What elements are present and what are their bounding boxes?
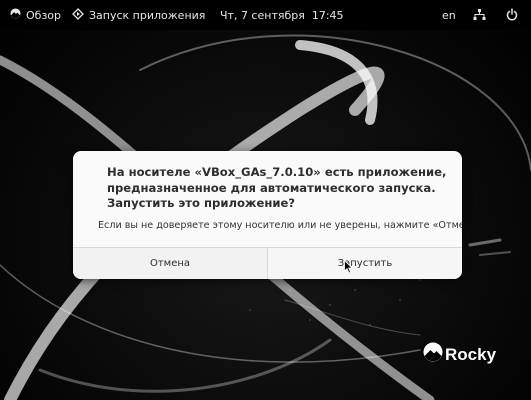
autorun-dialog: На носителе «VBox_GAs_7.0.10» есть прило… [73,151,462,279]
app-menu-button[interactable]: Запуск приложения [72,0,205,30]
rocky-logo-icon [423,342,443,367]
autorun-icon [72,7,84,23]
overview-label: Обзор [26,8,62,22]
dialog-heading: На носителе «VBox_GAs_7.0.10» есть прило… [107,165,447,210]
network-icon[interactable] [473,9,486,24]
keyboard-layout-indicator[interactable]: en [442,0,456,30]
run-button[interactable]: Запустить [268,248,462,279]
app-menu-label: Запуск приложения [89,8,206,22]
clock-label: Чт, 7 сентября 17:45 [220,8,344,22]
dialog-button-row: Отмена Запустить [73,247,462,279]
top-bar: Обзор Запуск приложения Чт, 7 сентября 1… [0,0,531,30]
lang-label: en [442,8,456,22]
clock[interactable]: Чт, 7 сентября 17:45 [220,0,344,30]
desktop: Обзор Запуск приложения Чт, 7 сентября 1… [0,0,531,400]
logo-text: Rocky [445,344,497,364]
mouse-cursor-icon [344,259,353,278]
dialog-body: Если вы не доверяете этому носителю или … [98,220,462,231]
overview-button[interactable]: Обзор [10,0,61,30]
cancel-button[interactable]: Отмена [73,248,268,279]
power-icon[interactable] [506,8,518,24]
rocky-logo: Rocky [423,342,496,367]
rocky-icon [10,8,21,22]
